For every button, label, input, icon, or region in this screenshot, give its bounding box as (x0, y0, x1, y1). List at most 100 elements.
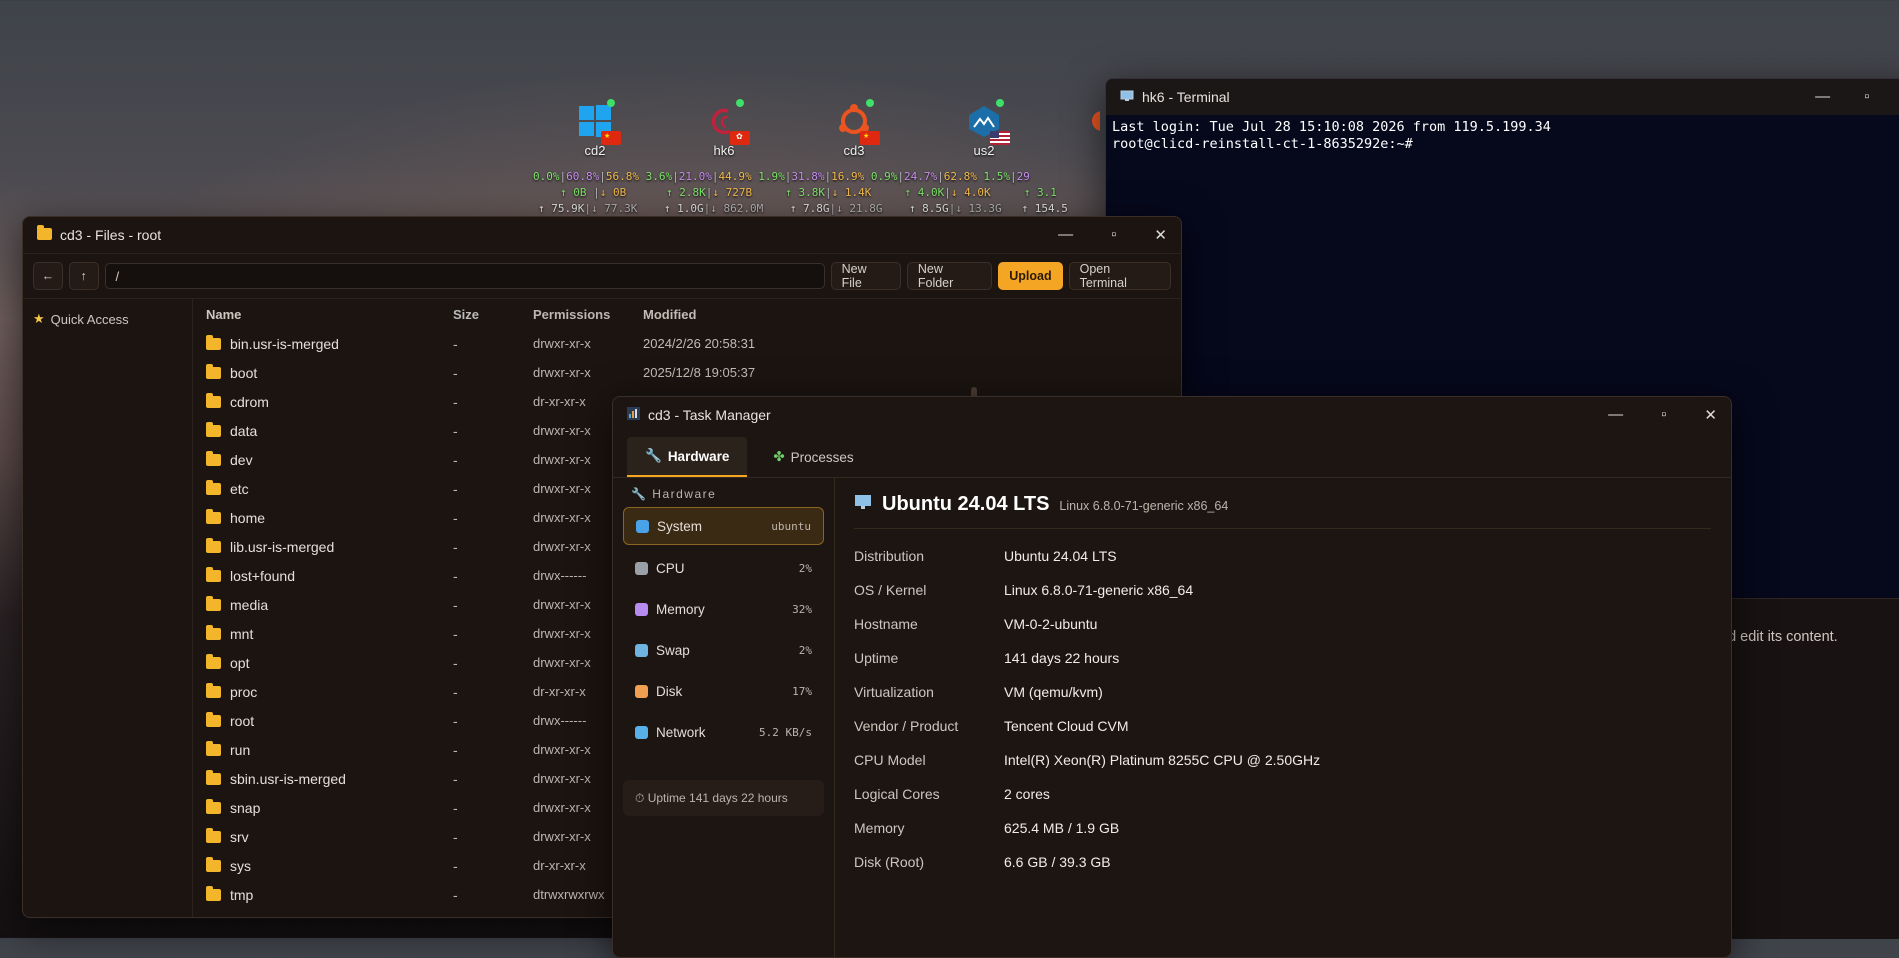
folder-icon (206, 798, 221, 814)
upload-button[interactable]: Upload (998, 262, 1063, 290)
node-name: hk6 (713, 143, 735, 158)
wrench-icon: 🔧 (631, 487, 653, 501)
chart-icon (627, 407, 640, 423)
minimize-button[interactable]: — (1815, 88, 1830, 106)
sidebar-item-value: ubuntu (771, 519, 811, 533)
open-terminal-button[interactable]: Open Terminal (1068, 262, 1171, 290)
minimize-button[interactable]: — (1608, 406, 1623, 424)
tab-hardware[interactable]: 🔧 Hardware (627, 437, 748, 477)
terminal-line: Last login: Tue Jul 28 15:10:08 2026 fro… (1112, 119, 1551, 135)
folder-icon (206, 508, 221, 524)
detail-row: Hostname VM-0-2-ubuntu (854, 607, 1711, 641)
desktop-node-us2[interactable]: us2 (954, 99, 1014, 158)
tab-label: Processes (790, 449, 854, 465)
minimize-button[interactable]: — (1058, 226, 1073, 244)
wrench-icon: 🔧 (645, 448, 662, 463)
quick-access-item[interactable]: ★ Quick Access (23, 299, 192, 339)
up-button[interactable]: ↑ (68, 262, 99, 290)
detail-key: OS / Kernel (854, 582, 927, 598)
sidebar-item-label: Disk (656, 683, 683, 699)
node-name: us2 (973, 143, 995, 158)
maximize-button[interactable]: ▫ (1111, 226, 1116, 244)
hardware-section-header: 🔧 Hardware (613, 477, 834, 507)
table-row[interactable]: boot - drwxr-xr-x 2025/12/8 19:05:37 (201, 358, 1181, 387)
file-size: - (453, 770, 458, 787)
column-name[interactable]: Name (201, 307, 453, 322)
taskmgr-titlebar[interactable]: cd3 - Task Manager — ▫ ✕ (613, 397, 1731, 433)
detail-key: Vendor / Product (854, 718, 959, 734)
sidebar-item-swap[interactable]: Swap 2% (623, 632, 824, 668)
folder-icon (206, 885, 221, 901)
files-titlebar[interactable]: cd3 - Files - root — ▫ ✕ (23, 217, 1181, 253)
file-size: - (453, 683, 458, 700)
file-name-cell: run (201, 740, 453, 758)
desktop-node-cd2[interactable]: ★ cd2 (565, 99, 625, 158)
folder-icon (206, 537, 221, 553)
folder-icon (206, 827, 221, 843)
sidebar-item-memory[interactable]: Memory 32% (623, 591, 824, 627)
close-button[interactable]: ✕ (1154, 226, 1167, 244)
sidebar-item-label: Swap (656, 642, 690, 658)
detail-key: Hostname (854, 616, 918, 632)
sidebar-item-label: Network (656, 724, 706, 740)
file-name: root (230, 712, 255, 729)
detail-row: Uptime 141 days 22 hours (854, 641, 1711, 675)
desktop-node-hk6[interactable]: ✿ hk6 (694, 99, 754, 158)
file-name: bin.usr-is-merged (230, 335, 339, 352)
path-input[interactable]: / (104, 263, 825, 289)
detail-row: Disk (Root) 6.6 GB / 39.3 GB (854, 845, 1711, 879)
terminal-output[interactable]: Last login: Tue Jul 28 15:10:08 2026 fro… (1106, 115, 1899, 157)
detail-key: Memory (854, 820, 905, 836)
file-name: boot (230, 364, 258, 381)
puzzle-icon: ✤ (773, 449, 785, 464)
folder-icon (206, 421, 221, 437)
close-button[interactable]: ✕ (1704, 406, 1717, 424)
files-toolbar: ← ↑ / New File New Folder Upload Open Te… (23, 253, 1181, 299)
network-icon (635, 725, 648, 739)
disk-icon (635, 684, 648, 698)
files-sidebar: ★ Quick Access (23, 299, 193, 917)
detail-key: Logical Cores (854, 786, 940, 802)
file-name: opt (230, 654, 250, 671)
node-stats-row-speed: ↑ 0B |↓ 0B ↑ 2.8K|↓ 727B ↑ 3.8K|↓ 1.4K ↑… (560, 186, 1057, 199)
monitor-icon (1120, 89, 1134, 105)
hongkong-flag-icon: ✿ (730, 131, 750, 145)
back-button[interactable]: ← (33, 262, 63, 290)
china-flag-icon: ★ (860, 131, 880, 145)
column-modified[interactable]: Modified (643, 307, 803, 322)
file-size: - (453, 422, 458, 439)
maximize-button[interactable]: ▫ (1864, 88, 1869, 106)
task-manager-window[interactable]: cd3 - Task Manager — ▫ ✕ 🔧 Hardware ✤ Pr… (612, 396, 1732, 958)
sidebar-item-network[interactable]: Network 5.2 KB/s (623, 714, 824, 750)
detail-value: Ubuntu 24.04 LTS (1004, 548, 1117, 564)
file-size: - (453, 654, 458, 671)
maximize-button[interactable]: ▫ (1661, 406, 1666, 424)
file-name: media (230, 596, 269, 613)
sidebar-item-cpu[interactable]: CPU 2% (623, 550, 824, 586)
column-size[interactable]: Size (453, 307, 533, 322)
file-size: - (453, 567, 458, 584)
desktop-node-cd3[interactable]: ★ cd3 (824, 99, 884, 158)
table-row[interactable]: bin.usr-is-merged - drwxr-xr-x 2024/2/26 20… (201, 329, 1181, 358)
node-stats-row-traffic: ↑ 75.9K|↓ 77.3K ↑ 1.0G|↓ 862.0M ↑ 7.8G|↓… (538, 202, 1068, 215)
sidebar-item-value: 17% (792, 684, 812, 698)
hardware-items: System ubuntu CPU 2% Memory 32% Swap 2% Disk 17% N… (613, 507, 834, 750)
sidebar-item-disk[interactable]: Disk 17% (623, 673, 824, 709)
new-file-button[interactable]: New File (830, 262, 901, 290)
usa-flag-icon (990, 131, 1010, 145)
detail-value: 141 days 22 hours (1004, 650, 1120, 666)
sidebar-item-system[interactable]: System ubuntu (623, 507, 824, 545)
quick-access-label: Quick Access (50, 311, 129, 327)
column-permissions[interactable]: Permissions (533, 307, 643, 322)
folder-icon (206, 363, 221, 379)
detail-row: Vendor / Product Tencent Cloud CVM (854, 709, 1711, 743)
detail-value: 2 cores (1004, 786, 1050, 802)
tab-processes[interactable]: ✤ Processes (755, 437, 871, 477)
terminal-titlebar[interactable]: hk6 - Terminal — ▫ ✕ (1106, 79, 1899, 115)
online-status-icon (866, 99, 874, 107)
folder-icon (206, 392, 221, 408)
file-size: - (453, 451, 458, 468)
file-name: run (230, 741, 251, 758)
taskmgr-title: cd3 - Task Manager (648, 407, 771, 423)
new-folder-button[interactable]: New Folder (906, 262, 993, 290)
